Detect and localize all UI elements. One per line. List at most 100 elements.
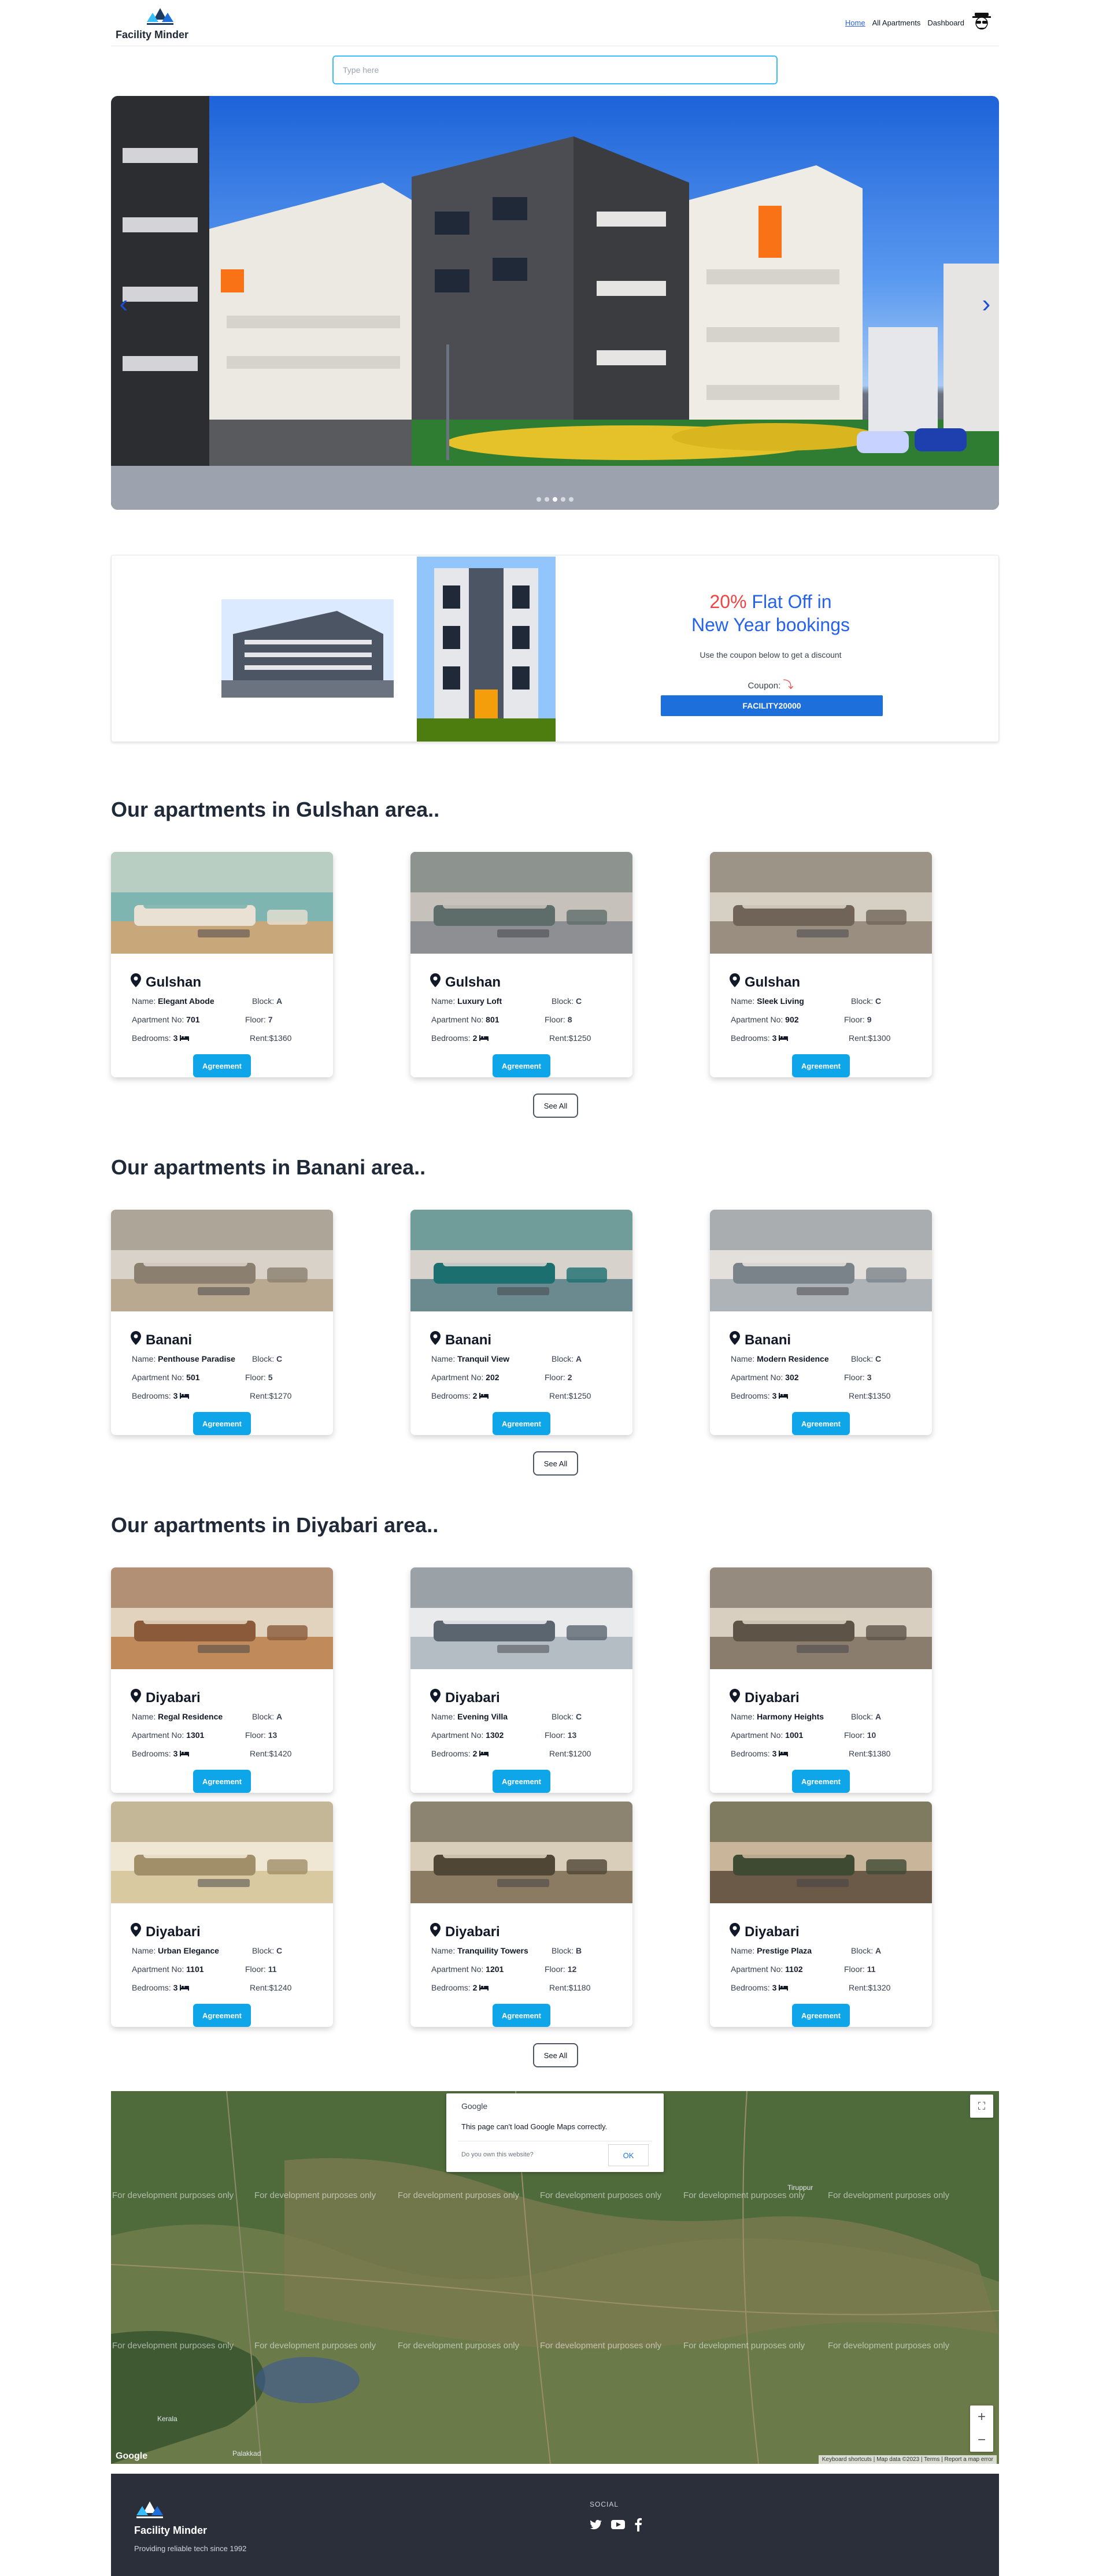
card-name: Name: Luxury Loft — [431, 996, 502, 1006]
google-map[interactable]: For development purposes only For develo… — [111, 2091, 999, 2464]
card-apartment-no: Apartment No: 1301 — [132, 1730, 204, 1740]
card-name: Name: Tranquility Towers — [431, 1946, 528, 1955]
coupon-arrow-icon: ⤵ — [783, 679, 794, 691]
map-dialog-ok-button[interactable]: OK — [608, 2144, 649, 2166]
card-name-value: Prestige Plaza — [757, 1946, 812, 1955]
card-name-label: Name: — [431, 996, 456, 1006]
see-all-button[interactable]: See All — [533, 1094, 578, 1118]
youtube-icon[interactable] — [610, 2518, 626, 2531]
nav-all-apartments-link[interactable]: All Apartments — [872, 18, 921, 27]
card-name: Name: Sleek Living — [731, 996, 804, 1006]
card-apartment-no: Apartment No: 701 — [132, 1015, 200, 1024]
agreement-button[interactable]: Agreement — [792, 1054, 850, 1077]
carousel-dot-active[interactable] — [553, 497, 557, 502]
user-avatar[interactable] — [971, 10, 992, 31]
see-all-button[interactable]: See All — [533, 1451, 578, 1476]
card-name-label: Name: — [431, 1946, 456, 1955]
card-name-value: Tranquility Towers — [457, 1946, 528, 1955]
card-rent-value: $1300 — [868, 1033, 891, 1043]
card-location: Diyabari — [131, 1923, 201, 1941]
card-bedrooms-label: Bedrooms: — [431, 1033, 471, 1043]
card-name: Name: Penthouse Paradise — [132, 1354, 235, 1363]
agreement-button[interactable]: Agreement — [493, 2004, 550, 2027]
card-block-label: Block: — [851, 996, 874, 1006]
apartment-card: Diyabari Name: Tranquility Towers Block: B… — [410, 1802, 632, 2027]
map-watermark: For development purposes only — [540, 2190, 662, 2200]
bed-icon — [776, 1983, 789, 1992]
carousel-next-arrow[interactable]: › — [975, 287, 998, 321]
coupon-label: Coupon: ⤵ — [661, 677, 880, 692]
card-rent-label: Rent: — [250, 1983, 269, 1992]
fullscreen-icon[interactable]: ⛶ — [970, 2095, 993, 2118]
card-block-label: Block: — [252, 1946, 275, 1955]
site-logo[interactable]: Facility Minder — [116, 6, 202, 43]
location-pin-icon — [730, 1923, 740, 1941]
card-bedrooms: Bedrooms: 2 — [431, 1391, 489, 1400]
card-name-value: Urban Elegance — [158, 1946, 219, 1955]
agreement-button[interactable]: Agreement — [193, 1054, 251, 1077]
nav-home-link[interactable]: Home — [845, 18, 865, 27]
card-floor-value: 11 — [268, 1965, 277, 1974]
card-area-name: Gulshan — [445, 974, 501, 990]
carousel-dot[interactable] — [536, 497, 541, 502]
agreement-button[interactable]: Agreement — [193, 1770, 251, 1793]
card-block: Block: C — [851, 1354, 881, 1363]
card-name: Name: Modern Residence — [731, 1354, 829, 1363]
logo-icon — [147, 8, 173, 25]
agreement-button[interactable]: Agreement — [193, 2004, 251, 2027]
zoom-in-button[interactable]: + — [970, 2405, 993, 2429]
card-rent-label: Rent: — [849, 1749, 868, 1758]
agreement-button[interactable]: Agreement — [493, 1412, 550, 1435]
card-apartment-no: Apartment No: 902 — [731, 1015, 799, 1024]
card-rent: Rent:$1250 — [549, 1391, 591, 1400]
map-watermark: For development purposes only — [540, 2341, 662, 2351]
card-rent-label: Rent: — [849, 1391, 868, 1400]
zoom-out-button[interactable]: − — [970, 2429, 993, 2452]
map-dialog-question[interactable]: Do you own this website? — [461, 2151, 534, 2158]
card-name: Name: Regal Residence — [132, 1712, 223, 1721]
agreement-button[interactable]: Agreement — [792, 2004, 850, 2027]
card-floor-label: Floor: — [545, 1373, 565, 1382]
carousel-prev-arrow[interactable]: ‹ — [112, 287, 135, 321]
map-dialog-message: This page can't load Google Maps correct… — [461, 2122, 608, 2131]
agreement-button[interactable]: Agreement — [792, 1770, 850, 1793]
agreement-button[interactable]: Agreement — [193, 1412, 251, 1435]
location-pin-icon — [131, 973, 141, 991]
see-all-button[interactable]: See All — [533, 2043, 578, 2067]
twitter-icon[interactable] — [589, 2518, 602, 2531]
map-attribution[interactable]: Keyboard shortcuts | Map data ©2023 | Te… — [818, 2455, 997, 2464]
agreement-button[interactable]: Agreement — [792, 1412, 850, 1435]
card-bedrooms: Bedrooms: 3 — [132, 1749, 190, 1758]
card-rent: Rent:$1320 — [849, 1983, 890, 1992]
card-floor: Floor: 3 — [844, 1373, 871, 1382]
coupon-code-button[interactable]: FACILITY20000 — [661, 695, 883, 716]
search-input[interactable] — [332, 55, 778, 84]
card-area-name: Banani — [146, 1332, 193, 1348]
brand-name: Facility Minder — [116, 29, 189, 40]
agreement-button[interactable]: Agreement — [493, 1770, 550, 1793]
card-apartment-no-label: Apartment No: — [132, 1730, 184, 1740]
card-floor-label: Floor: — [844, 1730, 865, 1740]
nav-dashboard-link[interactable]: Dashboard — [927, 18, 964, 27]
location-pin-icon — [430, 1923, 441, 1941]
card-rent: Rent:$1350 — [849, 1391, 890, 1400]
bed-icon — [477, 1749, 489, 1758]
agreement-button[interactable]: Agreement — [493, 1054, 550, 1077]
carousel-dot[interactable] — [561, 497, 565, 502]
card-bedrooms: Bedrooms: 3 — [731, 1749, 789, 1758]
carousel-dot[interactable] — [569, 497, 574, 502]
card-bedrooms-label: Bedrooms: — [431, 1749, 471, 1758]
map-zoom-controls: + − — [970, 2405, 993, 2452]
card-block-label: Block: — [552, 1946, 574, 1955]
carousel-dot[interactable] — [545, 497, 549, 502]
location-pin-icon — [131, 1331, 141, 1349]
facebook-icon[interactable] — [634, 2518, 643, 2531]
apartment-image — [710, 1210, 932, 1311]
location-pin-icon — [430, 1331, 441, 1349]
card-block: Block: C — [552, 1712, 582, 1721]
card-name-label: Name: — [731, 996, 755, 1006]
card-rent-label: Rent: — [250, 1033, 269, 1043]
card-apartment-no-label: Apartment No: — [731, 1373, 783, 1382]
card-block-value: C — [875, 1354, 882, 1363]
card-bedrooms-label: Bedrooms: — [731, 1749, 770, 1758]
